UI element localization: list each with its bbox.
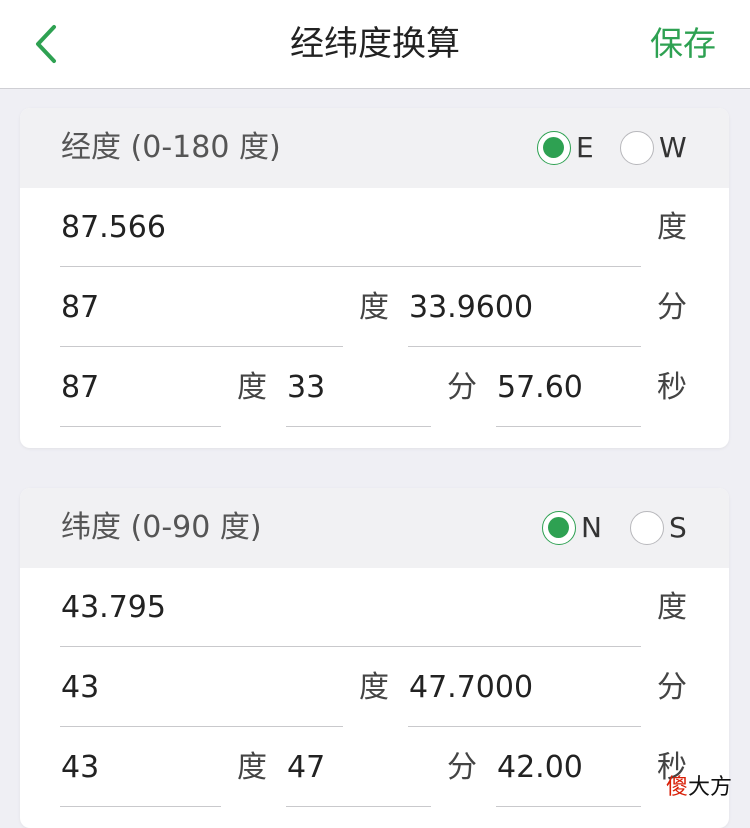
radio-selected-icon: [542, 511, 576, 545]
radio-east[interactable]: E: [537, 130, 594, 166]
save-button[interactable]: 保存: [650, 0, 716, 88]
watermark-first-char: 傻: [665, 775, 688, 800]
radio-label-east: E: [576, 131, 594, 164]
chevron-left-icon: [36, 25, 56, 63]
latitude-card: 纬度 (0-90 度) N S 43.795 度 43 度 47.7000 分 …: [20, 488, 729, 828]
radio-west[interactable]: W: [620, 130, 687, 166]
unit-minute-label: 分: [447, 370, 477, 405]
unit-degree-label: 度: [359, 290, 389, 325]
latitude-title: 纬度 (0-90 度): [61, 510, 262, 545]
page-title: 经纬度换算: [290, 24, 460, 64]
longitude-dms-minutes-input[interactable]: 33: [286, 348, 431, 427]
latitude-dms-degrees-input[interactable]: 43: [60, 728, 221, 807]
latitude-dms-minutes-input[interactable]: 47: [286, 728, 431, 807]
radio-unselected-icon: [620, 131, 654, 165]
unit-degree-label: 度: [237, 370, 267, 405]
longitude-header: 经度 (0-180 度) E W: [20, 108, 729, 188]
longitude-dms-degrees-input[interactable]: 87: [60, 348, 221, 427]
unit-degree-label: 度: [359, 670, 389, 705]
radio-north[interactable]: N: [542, 510, 602, 546]
unit-second-label: 秒: [657, 370, 687, 405]
unit-degree-label: 度: [657, 590, 687, 625]
radio-unselected-icon: [630, 511, 664, 545]
longitude-dms-seconds-input[interactable]: 57.60: [496, 348, 641, 427]
longitude-decimal-input[interactable]: 87.566: [60, 188, 641, 267]
watermark: 傻大方: [666, 769, 732, 801]
latitude-dms-seconds-input[interactable]: 42.00: [496, 728, 641, 807]
latitude-degrees-input[interactable]: 43: [60, 648, 343, 727]
radio-label-west: W: [659, 131, 687, 164]
unit-minute-label: 分: [657, 670, 687, 705]
radio-label-south: S: [669, 511, 687, 544]
navigation-bar: 经纬度换算 保存: [0, 0, 750, 89]
longitude-card: 经度 (0-180 度) E W 87.566 度 87 度 33.9600 分…: [20, 108, 729, 448]
unit-degree-label: 度: [237, 750, 267, 785]
unit-degree-label: 度: [657, 210, 687, 245]
radio-south[interactable]: S: [630, 510, 687, 546]
latitude-decimal-input[interactable]: 43.795: [60, 568, 641, 647]
unit-minute-label: 分: [657, 290, 687, 325]
back-button[interactable]: [26, 22, 66, 66]
radio-selected-icon: [537, 131, 571, 165]
radio-label-north: N: [581, 511, 602, 544]
longitude-degrees-input[interactable]: 87: [60, 268, 343, 347]
longitude-title: 经度 (0-180 度): [61, 130, 281, 165]
latitude-header: 纬度 (0-90 度) N S: [20, 488, 729, 568]
watermark-text: 大方: [687, 775, 732, 800]
latitude-minutes-input[interactable]: 47.7000: [408, 648, 641, 727]
longitude-minutes-input[interactable]: 33.9600: [408, 268, 641, 347]
unit-minute-label: 分: [447, 750, 477, 785]
